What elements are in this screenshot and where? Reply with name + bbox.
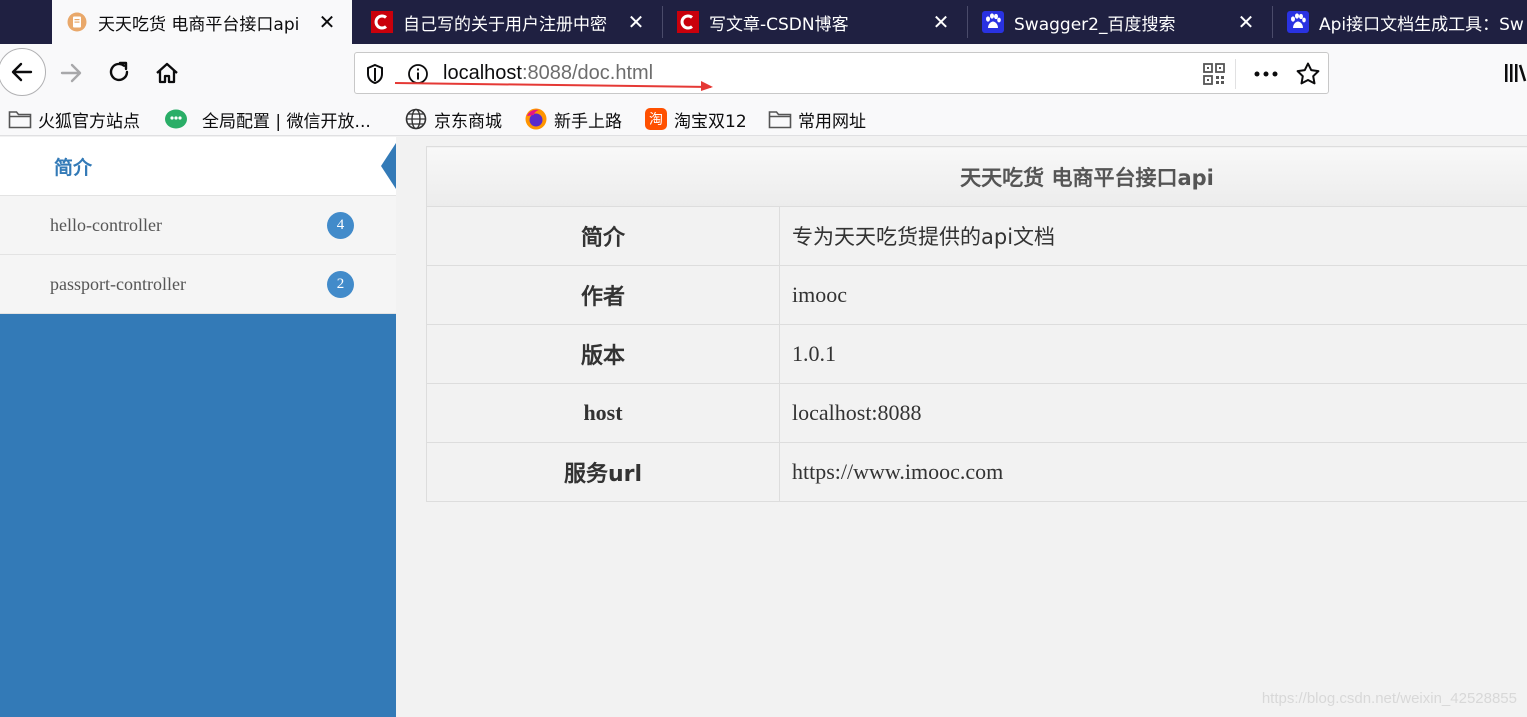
table-row: 简介 专为天天吃货提供的api文档	[426, 206, 1527, 266]
close-tab-icon[interactable]: ✕	[316, 10, 338, 34]
bookmark-item[interactable]: 京东商城	[404, 106, 502, 132]
sidebar-item-label: 简介	[54, 156, 93, 179]
annotation-arrow	[394, 81, 713, 91]
document-icon	[66, 11, 88, 33]
bookmark-item[interactable]: 新手上路	[524, 106, 622, 132]
watermark: https://blog.csdn.net/weixin_42528855	[1261, 690, 1517, 707]
main-content: 天天吃货 电商平台接口api 简介 专为天天吃货提供的api文档 作者 imoo…	[396, 137, 1527, 717]
tab-title: 写文章-CSDN博客	[709, 14, 849, 35]
navigation-toolbar: localhost:8088/doc.html	[0, 44, 1527, 102]
row-value: localhost:8088	[779, 383, 1527, 443]
bookmark-label: 全局配置 | 微信开放...	[202, 111, 371, 132]
count-badge: 4	[327, 211, 354, 239]
firefox-icon	[524, 108, 548, 130]
close-tab-icon[interactable]: ✕	[625, 10, 647, 34]
sidebar-item-hello-controller[interactable]: hello-controller 4	[0, 196, 396, 255]
home-button[interactable]	[152, 58, 182, 88]
forward-arrow-icon	[60, 63, 82, 83]
tab-csdn-write[interactable]: 写文章-CSDN博客 ✕	[663, 0, 966, 44]
sidebar-item-label: passport-controller	[50, 273, 186, 294]
row-value: 1.0.1	[779, 324, 1527, 384]
bookmark-item[interactable]: 常用网址	[768, 106, 866, 132]
table-row: 服务url https://www.imooc.com	[426, 442, 1527, 502]
bookmark-label: 京东商城	[434, 111, 502, 132]
taobao-icon: 淘	[644, 108, 668, 130]
reload-icon	[109, 61, 129, 82]
row-value: 专为天天吃货提供的api文档	[779, 206, 1527, 266]
forward-button[interactable]	[56, 58, 86, 88]
reload-button[interactable]	[104, 58, 134, 88]
table-row: 版本 1.0.1	[426, 324, 1527, 384]
row-value: https://www.imooc.com	[779, 442, 1527, 502]
row-key: 版本	[426, 324, 780, 384]
bookmark-label: 新手上路	[554, 111, 622, 132]
tab-baidu-api-tool[interactable]: Api接口文档生成工具：Sw	[1273, 0, 1527, 44]
page-actions-icon[interactable]	[1253, 63, 1279, 89]
table-row: host localhost:8088	[426, 383, 1527, 443]
api-info-table: 天天吃货 电商平台接口api 简介 专为天天吃货提供的api文档 作者 imoo…	[426, 146, 1527, 502]
wechat-icon	[164, 108, 188, 130]
svg-text:淘: 淘	[649, 112, 663, 128]
tab-title: Api接口文档生成工具：Sw	[1319, 14, 1524, 35]
bookmark-label: 淘宝双12	[674, 111, 747, 132]
baidu-icon	[1287, 11, 1309, 33]
bookmarks-toolbar: 火狐官方站点 全局配置 | 微信开放... 京东商城 新手上路 淘 淘宝双12 …	[0, 102, 1527, 136]
csdn-icon	[371, 11, 393, 33]
bookmark-item[interactable]: 火狐官方站点	[8, 106, 140, 132]
row-key: 服务url	[426, 442, 780, 502]
sidebar-item-intro[interactable]: 简介	[0, 137, 396, 196]
sidebar: 简介 hello-controller 4 passport-controlle…	[0, 137, 396, 717]
tab-csdn-post[interactable]: 自己写的关于用户注册中密 ✕	[357, 0, 661, 44]
bookmark-item[interactable]: 全局配置 | 微信开放...	[164, 106, 371, 132]
tab-title: 自己写的关于用户注册中密	[403, 14, 607, 35]
bookmark-label: 常用网址	[798, 111, 866, 132]
count-badge: 2	[327, 270, 354, 298]
bookmark-item[interactable]: 淘 淘宝双12	[644, 106, 747, 132]
row-value: imooc	[779, 265, 1527, 325]
row-key: host	[426, 383, 780, 443]
close-tab-icon[interactable]: ✕	[1235, 10, 1257, 34]
close-tab-icon[interactable]: ✕	[930, 10, 952, 34]
tab-title: Swagger2_百度搜索	[1014, 14, 1176, 35]
row-key: 简介	[426, 206, 780, 266]
row-key: 作者	[426, 265, 780, 325]
library-icon[interactable]	[1503, 61, 1527, 89]
baidu-icon	[982, 11, 1004, 33]
back-button[interactable]	[0, 48, 46, 96]
address-bar[interactable]: localhost:8088/doc.html	[354, 52, 1329, 94]
tab-title: 天天吃货 电商平台接口api	[98, 14, 300, 35]
bookmark-label: 火狐官方站点	[38, 111, 140, 132]
tracking-protection-icon[interactable]	[365, 63, 385, 89]
active-indicator	[381, 143, 396, 189]
table-row: 作者 imooc	[426, 265, 1527, 325]
tab-baidu-swagger[interactable]: Swagger2_百度搜索 ✕	[968, 0, 1271, 44]
folder-icon	[8, 108, 32, 130]
tab-strip: 天天吃货 电商平台接口api ✕ 自己写的关于用户注册中密 ✕ 写文章-CSDN…	[0, 0, 1527, 44]
home-icon	[156, 62, 178, 84]
sidebar-item-passport-controller[interactable]: passport-controller 2	[0, 255, 396, 314]
qr-code-icon[interactable]	[1203, 63, 1225, 89]
csdn-icon	[677, 11, 699, 33]
doc-title: 天天吃货 电商平台接口api	[426, 146, 1527, 207]
folder-icon	[768, 108, 792, 130]
back-arrow-icon	[11, 62, 33, 82]
bookmark-star-icon[interactable]	[1295, 61, 1321, 91]
globe-icon	[404, 108, 428, 130]
tab-api-doc[interactable]: 天天吃货 电商平台接口api ✕	[52, 0, 352, 44]
sidebar-item-label: hello-controller	[50, 214, 162, 235]
